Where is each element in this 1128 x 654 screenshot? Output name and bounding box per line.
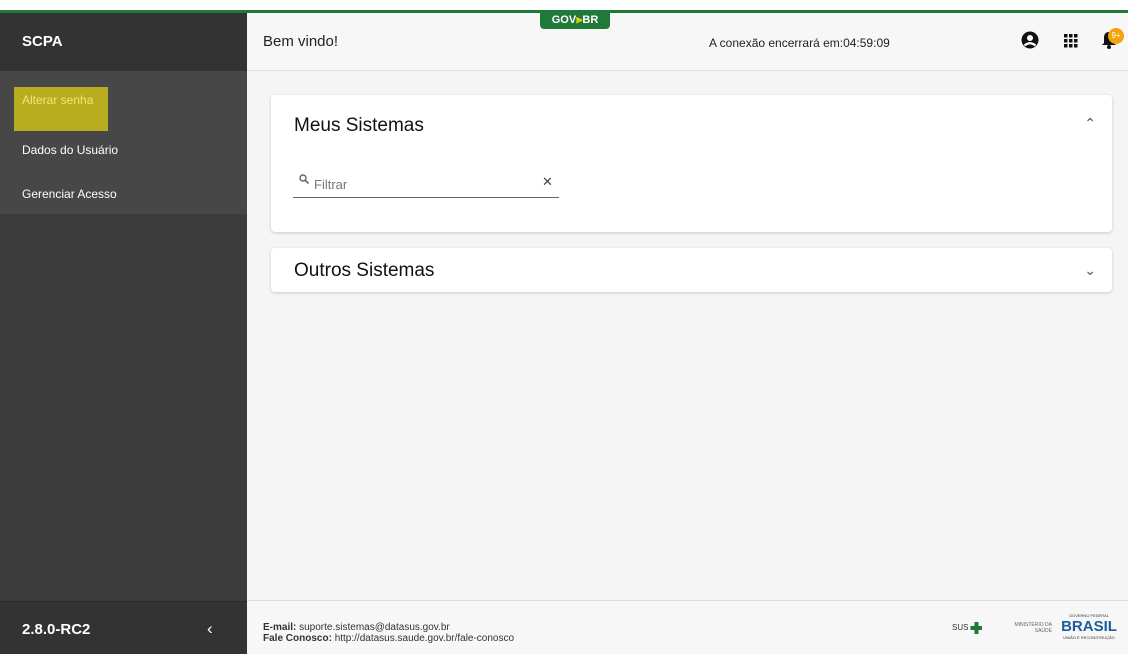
email-link[interactable]: suporte.sistemas@datasus.gov.br (299, 622, 450, 633)
welcome-text: Bem vindo! (263, 33, 339, 50)
brasil-logo: GOVERNO FEDERAL BRASIL UNIÃO E RECONSTRU… (1061, 613, 1117, 640)
footer-email: E-mail: suporte.sistemas@datasus.gov.br (263, 622, 450, 633)
sus-logo: SUS (952, 622, 983, 634)
sidebar-item-label: Dados do Usuário (22, 143, 119, 157)
user-icon[interactable] (1019, 31, 1041, 53)
page-footer: E-mail: suporte.sistemas@datasus.gov.br … (247, 600, 1128, 654)
session-timer: A conexão encerrará em:04:59:09 (709, 36, 890, 50)
top-header: Bem vindo! GOV⪢BR A conexão encerrará em… (247, 11, 1128, 71)
filter-input[interactable] (314, 175, 524, 193)
chevron-up-icon[interactable]: ⌃ (1084, 115, 1096, 132)
ministerio-logo: MINISTÉRIO DA SAÚDE (1014, 622, 1052, 634)
apps-grid-icon[interactable] (1060, 31, 1082, 53)
sidebar: SCPA Alterar senha Dados do Usuário Gere… (0, 13, 247, 654)
sidebar-item-gerenciar-acesso[interactable]: Gerenciar Acesso (0, 175, 247, 215)
sidebar-item-alterar-senha[interactable]: Alterar senha (14, 87, 108, 131)
sidebar-footer: 2.8.0-RC2 ‹ (0, 601, 247, 654)
chevron-left-icon[interactable]: ‹ (207, 619, 213, 639)
chevron-down-icon[interactable]: ⌄ (1084, 262, 1096, 279)
card-outros-sistemas[interactable]: Outros Sistemas ⌄ (271, 248, 1112, 292)
sidebar-item-dados-usuario[interactable]: Dados do Usuário (0, 131, 247, 171)
sidebar-header: SCPA (0, 13, 247, 72)
main-content: Meus Sistemas ⌃ ✕ Outros Sistemas ⌄ (247, 70, 1128, 600)
card-meus-sistemas: Meus Sistemas ⌃ ✕ (271, 95, 1112, 232)
sidebar-item-label: Alterar senha (22, 93, 94, 107)
version-label: 2.8.0-RC2 (22, 621, 91, 638)
email-label: E-mail: (263, 622, 297, 633)
sidebar-item-label: Gerenciar Acesso (22, 187, 117, 201)
card-title: Outros Sistemas (294, 260, 435, 281)
sidebar-menu: Alterar senha Dados do Usuário Gerenciar… (0, 71, 247, 214)
search-icon (299, 174, 310, 187)
card-title: Meus Sistemas (294, 115, 424, 136)
contact-label: Fale Conosco: (263, 633, 332, 644)
top-strip (0, 0, 1128, 10)
contact-link[interactable]: http://datasus.saude.gov.br/fale-conosco (335, 633, 514, 644)
notification-badge: 9+ (1108, 28, 1124, 44)
govbr-logo: GOV⪢BR (540, 11, 610, 29)
clear-icon[interactable]: ✕ (542, 174, 553, 190)
footer-contact: Fale Conosco: http://datasus.saude.gov.b… (263, 633, 514, 644)
app-title: SCPA (22, 33, 63, 50)
filter-field: ✕ (293, 171, 559, 198)
